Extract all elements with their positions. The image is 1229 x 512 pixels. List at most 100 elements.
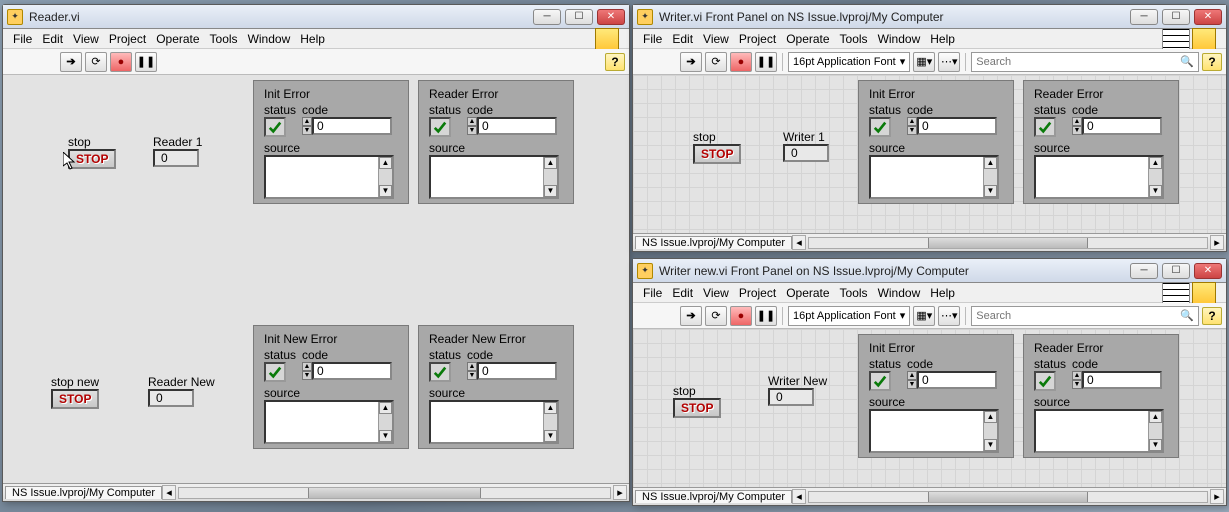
menu-view[interactable]: View (73, 32, 99, 46)
status-tab[interactable]: NS Issue.lvproj/My Computer (635, 236, 792, 249)
menu-help[interactable]: Help (930, 32, 955, 46)
front-panel[interactable]: stop STOP Writer New 0 Init Error status… (633, 329, 1226, 487)
code-spinner[interactable]: ▲▼ (467, 362, 477, 380)
menu-window[interactable]: Window (248, 32, 291, 46)
connector-pane-icon[interactable] (1162, 282, 1190, 304)
code-spinner[interactable]: ▲▼ (907, 371, 917, 389)
search-input[interactable]: 🔍 (971, 52, 1199, 72)
code-field[interactable]: 0 (1082, 371, 1162, 389)
front-panel[interactable]: stop STOP Reader 1 0 Init Error status c… (3, 75, 629, 483)
source-text[interactable]: ▲▼ (1034, 409, 1164, 453)
maximize-button[interactable]: ☐ (1162, 9, 1190, 25)
run-continuously-button[interactable]: ⟳ (705, 306, 727, 326)
search-input[interactable]: 🔍 (971, 306, 1199, 326)
menu-tools[interactable]: Tools (210, 32, 238, 46)
code-field[interactable]: 0 (312, 117, 392, 135)
abort-button[interactable]: ● (110, 52, 132, 72)
source-text[interactable]: ▲▼ (869, 409, 999, 453)
code-spinner[interactable]: ▲▼ (302, 362, 312, 380)
menu-edit[interactable]: Edit (42, 32, 63, 46)
align-button[interactable]: ▦▾ (913, 52, 935, 72)
code-spinner[interactable]: ▲▼ (302, 117, 312, 135)
code-field[interactable]: 0 (312, 362, 392, 380)
menu-help[interactable]: Help (930, 286, 955, 300)
menu-view[interactable]: View (703, 32, 729, 46)
help-button[interactable]: ? (1202, 307, 1222, 325)
menu-project[interactable]: Project (109, 32, 146, 46)
status-tab[interactable]: NS Issue.lvproj/My Computer (635, 490, 792, 503)
stop-button[interactable]: STOP (673, 398, 721, 418)
front-panel[interactable]: stop STOP Writer 1 0 Init Error status c… (633, 75, 1226, 233)
font-selector[interactable]: 16pt Application Font▾ (788, 306, 910, 326)
maximize-button[interactable]: ☐ (1162, 263, 1190, 279)
close-button[interactable]: ✕ (1194, 263, 1222, 279)
code-field[interactable]: 0 (917, 371, 997, 389)
code-spinner[interactable]: ▲▼ (1072, 117, 1082, 135)
pause-button[interactable]: ❚❚ (135, 52, 157, 72)
align-button[interactable]: ▦▾ (913, 306, 935, 326)
titlebar[interactable]: ✦ Writer new.vi Front Panel on NS Issue.… (633, 259, 1226, 283)
scroll-left[interactable]: ◂ (792, 489, 806, 504)
source-text[interactable]: ▲▼ (264, 400, 394, 444)
run-button[interactable]: ➔ (680, 306, 702, 326)
stopnew-button[interactable]: STOP (51, 389, 99, 409)
menu-edit[interactable]: Edit (672, 32, 693, 46)
source-text[interactable]: ▲▼ (1034, 155, 1164, 199)
run-continuously-button[interactable]: ⟳ (85, 52, 107, 72)
menu-file[interactable]: File (643, 32, 662, 46)
menu-tools[interactable]: Tools (840, 32, 868, 46)
hscrollbar[interactable] (808, 491, 1208, 503)
menu-tools[interactable]: Tools (840, 286, 868, 300)
abort-button[interactable]: ● (730, 306, 752, 326)
menu-file[interactable]: File (13, 32, 32, 46)
menu-file[interactable]: File (643, 286, 662, 300)
menu-help[interactable]: Help (300, 32, 325, 46)
run-continuously-button[interactable]: ⟳ (705, 52, 727, 72)
distribute-button[interactable]: ⋯▾ (938, 306, 960, 326)
menu-operate[interactable]: Operate (156, 32, 199, 46)
stop-button[interactable]: STOP (68, 149, 116, 169)
code-field[interactable]: 0 (477, 362, 557, 380)
scroll-right[interactable]: ▸ (1210, 235, 1224, 250)
menu-edit[interactable]: Edit (672, 286, 693, 300)
menu-window[interactable]: Window (878, 32, 921, 46)
menu-operate[interactable]: Operate (786, 32, 829, 46)
source-text[interactable]: ▲▼ (429, 400, 559, 444)
scroll-left[interactable]: ◂ (792, 235, 806, 250)
source-text[interactable]: ▲▼ (869, 155, 999, 199)
minimize-button[interactable]: ─ (1130, 9, 1158, 25)
source-text[interactable]: ▲▼ (264, 155, 394, 199)
font-selector[interactable]: 16pt Application Font▾ (788, 52, 910, 72)
titlebar[interactable]: ✦ Reader.vi ─ ☐ ✕ (3, 5, 629, 29)
distribute-button[interactable]: ⋯▾ (938, 52, 960, 72)
connector-pane-icon[interactable] (1162, 28, 1190, 50)
source-text[interactable]: ▲▼ (429, 155, 559, 199)
code-spinner[interactable]: ▲▼ (907, 117, 917, 135)
vi-icon[interactable] (595, 28, 619, 50)
menu-window[interactable]: Window (878, 286, 921, 300)
status-tab[interactable]: NS Issue.lvproj/My Computer (5, 486, 162, 499)
close-button[interactable]: ✕ (1194, 9, 1222, 25)
close-button[interactable]: ✕ (597, 9, 625, 25)
scroll-right[interactable]: ▸ (613, 485, 627, 500)
maximize-button[interactable]: ☐ (565, 9, 593, 25)
code-field[interactable]: 0 (477, 117, 557, 135)
vi-icon[interactable] (1192, 282, 1216, 304)
titlebar[interactable]: ✦ Writer.vi Front Panel on NS Issue.lvpr… (633, 5, 1226, 29)
code-field[interactable]: 0 (1082, 117, 1162, 135)
run-button[interactable]: ➔ (680, 52, 702, 72)
minimize-button[interactable]: ─ (1130, 263, 1158, 279)
abort-button[interactable]: ● (730, 52, 752, 72)
stop-button[interactable]: STOP (693, 144, 741, 164)
vi-icon[interactable] (1192, 28, 1216, 50)
menu-project[interactable]: Project (739, 32, 776, 46)
run-button[interactable]: ➔ (60, 52, 82, 72)
scroll-left[interactable]: ◂ (162, 485, 176, 500)
code-field[interactable]: 0 (917, 117, 997, 135)
help-button[interactable]: ? (605, 53, 625, 71)
menu-operate[interactable]: Operate (786, 286, 829, 300)
hscrollbar[interactable] (808, 237, 1208, 249)
menu-view[interactable]: View (703, 286, 729, 300)
scroll-right[interactable]: ▸ (1210, 489, 1224, 504)
help-button[interactable]: ? (1202, 53, 1222, 71)
